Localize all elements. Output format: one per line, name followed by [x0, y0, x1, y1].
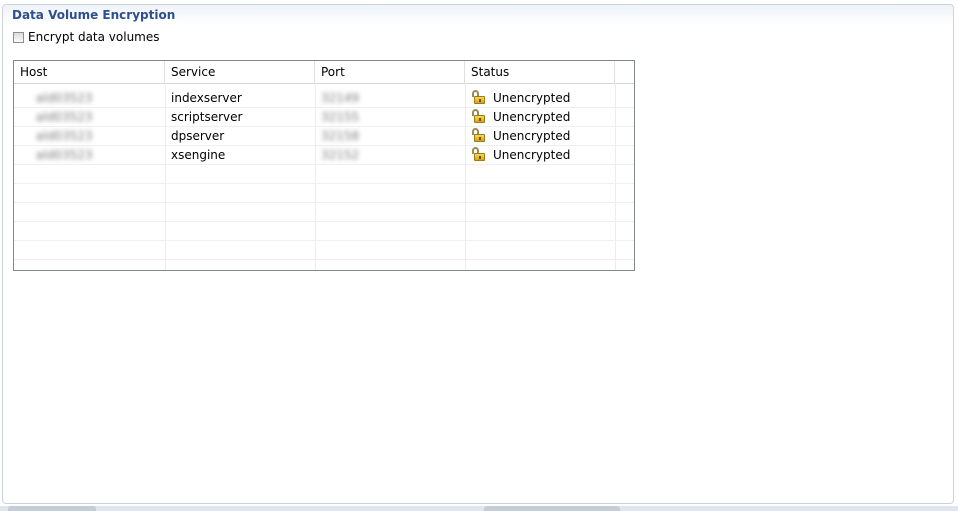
port-cell: 32152	[321, 148, 360, 162]
column-header-status[interactable]: Status	[465, 61, 615, 83]
empty-table-row	[14, 222, 634, 241]
column-header-host[interactable]: Host	[14, 61, 165, 83]
status-cell: Unencrypted	[465, 127, 570, 145]
status-text: Unencrypted	[493, 110, 571, 124]
table-row[interactable]: ald03523 dpserver 32158 Unencrypted	[14, 127, 634, 146]
status-cell: Unencrypted	[465, 146, 570, 164]
empty-table-row	[14, 165, 634, 184]
encrypt-data-volumes-label[interactable]: Encrypt data volumes	[28, 30, 160, 44]
port-cell: 32149	[321, 91, 360, 105]
unlocked-padlock-icon	[471, 128, 485, 142]
port-cell: 32158	[321, 129, 360, 143]
column-header-service[interactable]: Service	[165, 61, 315, 83]
service-cell: xsengine	[171, 148, 226, 162]
host-cell: ald03523	[36, 91, 93, 105]
table-row[interactable]: ald03523 xsengine 32152 Unencrypted	[14, 146, 634, 165]
host-cell: ald03523	[36, 148, 93, 162]
host-cell: ald03523	[36, 129, 93, 143]
section-header: Data Volume Encryption	[3, 5, 953, 25]
service-cell: dpserver	[171, 129, 225, 143]
column-header-filler	[615, 61, 634, 83]
table-row[interactable]: ald03523 indexserver 32149 Unencrypted	[14, 89, 634, 108]
encryption-status-table: Host Service Port Status ald03523 indexs…	[13, 60, 635, 271]
encrypt-data-volumes-option[interactable]: Encrypt data volumes	[13, 29, 160, 45]
empty-table-row	[14, 241, 634, 260]
status-cell: Unencrypted	[465, 89, 570, 107]
section-title: Data Volume Encryption	[12, 8, 176, 22]
data-volume-encryption-panel: Data Volume Encryption Encrypt data volu…	[2, 4, 954, 504]
empty-table-row	[14, 260, 634, 270]
service-cell: indexserver	[171, 91, 242, 105]
table-header: Host Service Port Status	[14, 61, 634, 84]
unlocked-padlock-icon	[471, 90, 485, 104]
bottom-tab[interactable]	[8, 506, 96, 511]
host-cell: ald03523	[36, 110, 93, 124]
status-text: Unencrypted	[493, 148, 571, 162]
column-header-port[interactable]: Port	[315, 61, 465, 83]
table-row[interactable]: ald03523 scriptserver 32155 Unencrypted	[14, 108, 634, 127]
unlocked-padlock-icon	[471, 147, 485, 161]
unlocked-padlock-icon	[471, 109, 485, 123]
service-cell: scriptserver	[171, 110, 243, 124]
port-cell: 32155	[321, 110, 360, 124]
status-text: Unencrypted	[493, 129, 571, 143]
status-text: Unencrypted	[493, 91, 571, 105]
encrypt-data-volumes-checkbox[interactable]	[13, 31, 24, 43]
bottom-tab[interactable]	[484, 506, 620, 511]
bottom-tab-strip	[0, 506, 958, 511]
status-cell: Unencrypted	[465, 108, 570, 126]
empty-table-row	[14, 184, 634, 203]
empty-table-row	[14, 203, 634, 222]
